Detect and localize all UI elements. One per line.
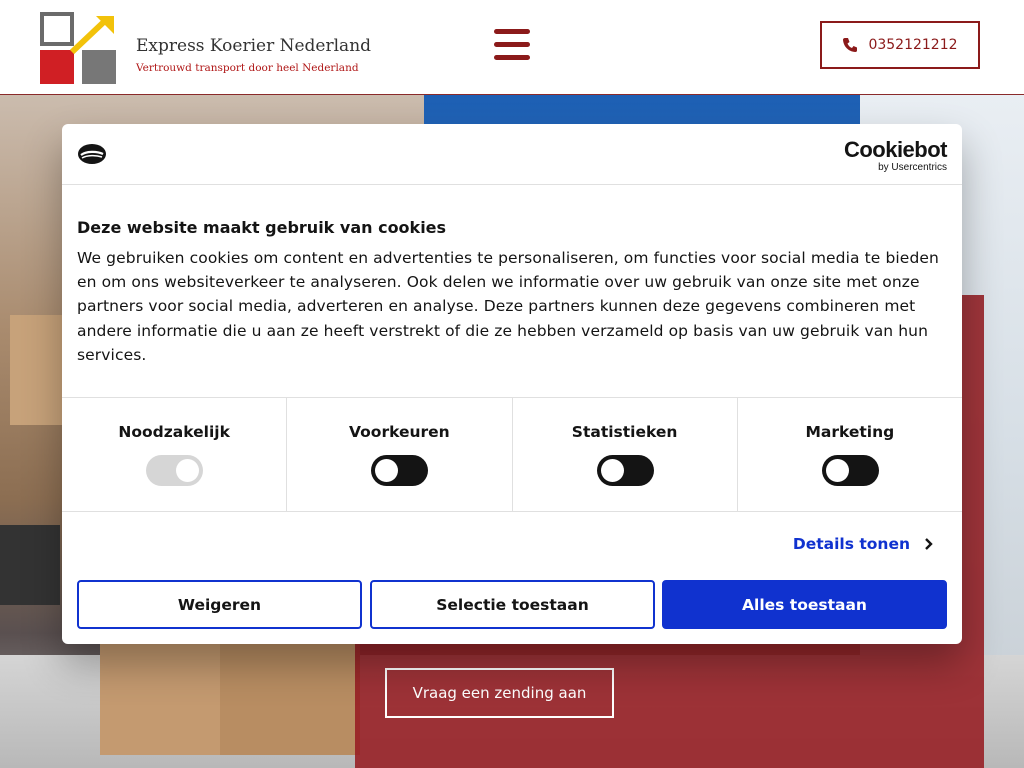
category-label: Marketing (805, 423, 895, 441)
category-marketing: Marketing (738, 398, 962, 511)
dialog-description: We gebruiken cookies om content en adver… (77, 249, 939, 364)
cookie-icon (78, 144, 106, 164)
show-details-link[interactable]: Details tonen (793, 535, 934, 553)
allow-all-button[interactable]: Alles toestaan (662, 580, 947, 629)
dialog-header: Cookiebot by Usercentrics (62, 124, 962, 185)
cookiebot-logo[interactable]: Cookiebot by Usercentrics (843, 137, 948, 174)
details-label: Details tonen (792, 535, 910, 553)
dialog-title: Deze website maakt gebruik van cookies (77, 218, 447, 237)
category-statistics: Statistieken (513, 398, 738, 511)
toggle-preferences[interactable] (371, 455, 429, 486)
cookiebot-subtitle: by Usercentrics (878, 162, 947, 173)
toggle-statistics[interactable] (596, 455, 654, 486)
category-necessary: Noodzakelijk (62, 398, 288, 511)
consent-categories: Noodzakelijk Voorkeuren Statistieken Mar… (62, 397, 962, 512)
chevron-right-icon (925, 538, 933, 550)
toggle-marketing[interactable] (821, 455, 879, 486)
deny-button[interactable]: Weigeren (77, 580, 362, 629)
category-preferences: Voorkeuren (287, 398, 513, 511)
category-label: Noodzakelijk (118, 423, 230, 441)
category-label: Statistieken (571, 423, 678, 441)
category-label: Voorkeuren (349, 423, 450, 441)
cookiebot-name: Cookiebot (843, 137, 948, 162)
allow-selection-button[interactable]: Selectie toestaan (370, 580, 655, 629)
cookie-consent-dialog: Cookiebot by Usercentrics Deze website m… (62, 124, 962, 644)
toggle-necessary (146, 455, 204, 486)
